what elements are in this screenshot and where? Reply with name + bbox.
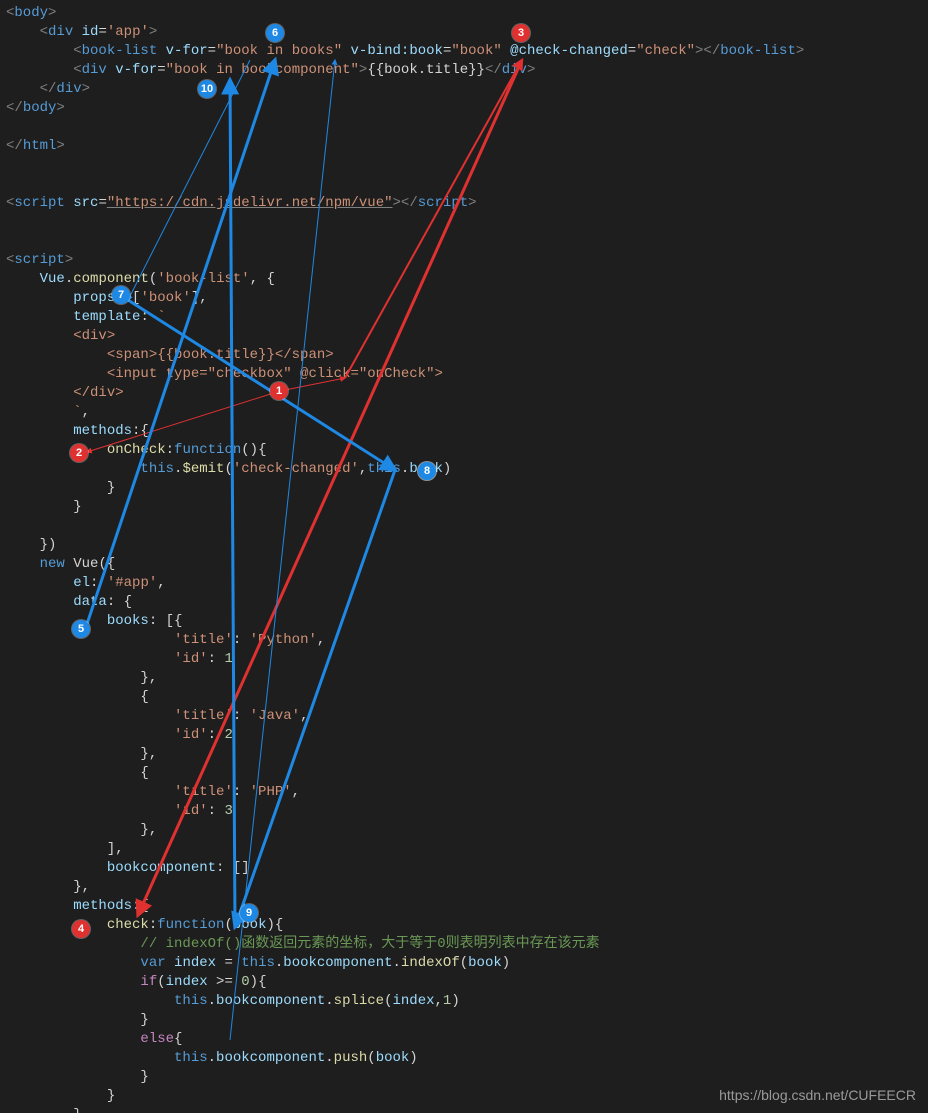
annotation-badge-9: 9 [240,904,258,922]
annotation-badge-5: 5 [72,620,90,638]
code-editor: <body> <div id='app'> <book-list v-for="… [0,0,928,1113]
annotation-badge-4: 4 [72,920,90,938]
annotation-badge-2: 2 [70,444,88,462]
annotation-badge-7: 7 [112,286,130,304]
annotation-badge-10: 10 [198,80,216,98]
annotation-badge-1: 1 [270,382,288,400]
annotation-badge-3: 3 [512,24,530,42]
annotation-badge-6: 6 [266,24,284,42]
watermark-text: https://blog.csdn.net/CUFEECR [719,1087,916,1103]
annotation-badge-8: 8 [418,462,436,480]
